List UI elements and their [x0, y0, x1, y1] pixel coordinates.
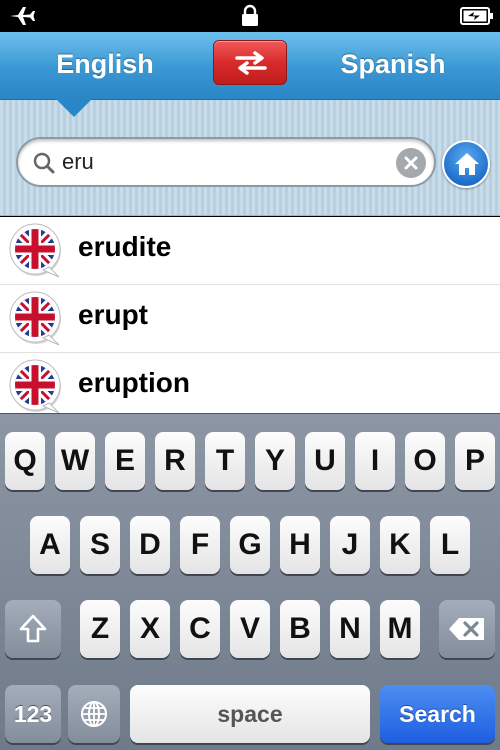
clear-search-button[interactable] [396, 148, 426, 178]
key-b[interactable]: B [280, 600, 320, 658]
key-p[interactable]: P [455, 432, 495, 490]
key-c[interactable]: C [180, 600, 220, 658]
uk-flag-icon [9, 359, 61, 413]
key-s[interactable]: S [80, 516, 120, 574]
key-m[interactable]: M [380, 600, 420, 658]
key-y[interactable]: Y [255, 432, 295, 490]
search-key[interactable]: Search [380, 685, 495, 743]
key-k[interactable]: K [380, 516, 420, 574]
key-o[interactable]: O [405, 432, 445, 490]
result-word: eruption [78, 367, 190, 398]
backspace-key[interactable] [439, 600, 495, 658]
results-list: erudite erupt eruption [0, 217, 500, 413]
search-field[interactable] [16, 137, 436, 187]
key-z[interactable]: Z [80, 600, 120, 658]
result-item[interactable]: erupt [0, 285, 500, 353]
key-v[interactable]: V [230, 600, 270, 658]
globe-key[interactable] [68, 685, 120, 743]
result-word: erupt [78, 299, 148, 330]
globe-icon [81, 701, 107, 727]
key-w[interactable]: W [55, 432, 95, 490]
shift-key[interactable] [5, 600, 61, 658]
key-f[interactable]: F [180, 516, 220, 574]
source-language-button[interactable]: English [30, 44, 180, 84]
key-d[interactable]: D [130, 516, 170, 574]
key-u[interactable]: U [305, 432, 345, 490]
key-q[interactable]: Q [5, 432, 45, 490]
key-i[interactable]: I [355, 432, 395, 490]
keyboard: Q W E R T Y U I O P A S D F G H J K L Z … [0, 413, 500, 750]
clear-x-icon [404, 156, 418, 170]
key-l[interactable]: L [430, 516, 470, 574]
key-n[interactable]: N [330, 600, 370, 658]
result-item[interactable]: erudite [0, 217, 500, 285]
result-item[interactable]: eruption [0, 353, 500, 413]
language-header: English Spanish [0, 32, 500, 100]
search-area [0, 100, 500, 216]
home-button[interactable] [442, 140, 490, 188]
numbers-key[interactable]: 123 [5, 685, 61, 743]
shift-arrow-icon [19, 614, 47, 643]
key-x[interactable]: X [130, 600, 170, 658]
backspace-icon [449, 618, 484, 640]
result-word: erudite [78, 231, 172, 262]
magnifier-icon [33, 152, 55, 174]
key-h[interactable]: H [280, 516, 320, 574]
uk-flag-icon [9, 223, 61, 278]
key-j[interactable]: J [330, 516, 370, 574]
status-bar [0, 0, 500, 32]
target-language-button[interactable]: Spanish [318, 44, 468, 84]
space-key[interactable]: space [130, 685, 370, 743]
uk-flag-icon [9, 291, 61, 346]
airplane-icon [10, 7, 35, 25]
battery-charging-icon [460, 7, 493, 25]
swap-languages-button[interactable] [213, 40, 287, 85]
lock-icon [242, 4, 258, 26]
key-e[interactable]: E [105, 432, 145, 490]
key-g[interactable]: G [230, 516, 270, 574]
key-a[interactable]: A [30, 516, 70, 574]
swap-arrows-icon [235, 51, 267, 75]
search-input[interactable] [62, 145, 382, 179]
selected-language-pointer [56, 99, 92, 117]
home-icon [455, 153, 479, 175]
key-r[interactable]: R [155, 432, 195, 490]
key-t[interactable]: T [205, 432, 245, 490]
